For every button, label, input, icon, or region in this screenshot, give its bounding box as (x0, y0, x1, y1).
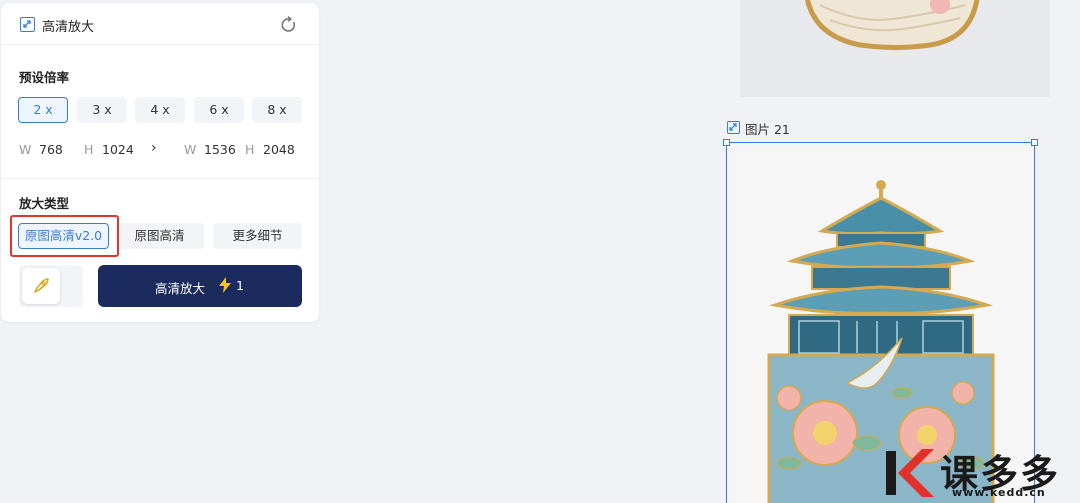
chevron-right-icon: › (151, 140, 157, 156)
watermark-logo: 课多多 www.kedd.cn (880, 440, 1080, 503)
watermark-url: www.kedd.cn (952, 486, 1046, 499)
upscale-panel: 高清放大 预设倍率 2 x 3 x 4 x 6 x 8 x W 768 H 10… (1, 3, 319, 322)
frame-label: 图片 21 (745, 122, 790, 137)
resize-handle-top-right[interactable] (1031, 139, 1038, 146)
source-width-key: W (19, 142, 32, 157)
upscale-type-label: 放大类型 (19, 196, 70, 211)
source-height-key: H (84, 142, 94, 157)
divider (1, 178, 319, 179)
rocket-icon (34, 278, 49, 293)
previous-image[interactable] (740, 0, 1050, 97)
upscale-button[interactable]: 高清放大 1 (98, 265, 302, 307)
target-height-key: H (245, 142, 255, 157)
resize-handle-top-left[interactable] (723, 139, 730, 146)
panel-header: 高清放大 (1, 3, 319, 45)
reset-icon[interactable] (280, 16, 298, 34)
credit-cost: 1 (236, 278, 244, 293)
watermark-k-icon (886, 449, 934, 497)
rocket-toggle (19, 265, 83, 307)
type-original-hd-button[interactable]: 原图高清 (115, 223, 204, 249)
rocket-button[interactable] (22, 268, 60, 304)
highlight-box (10, 215, 119, 257)
preset-scale-label: 预设倍率 (19, 70, 70, 85)
scale-8x-button[interactable]: 8 x (252, 97, 302, 123)
scale-6x-button[interactable]: 6 x (194, 97, 244, 123)
lightning-icon (218, 277, 232, 296)
panel-title: 高清放大 (42, 20, 95, 35)
frame-upscale-icon (727, 121, 740, 134)
source-width-value: 768 (39, 142, 63, 157)
scale-4x-button[interactable]: 4 x (135, 97, 185, 123)
upscale-icon (20, 17, 35, 32)
source-height-value: 1024 (102, 142, 134, 157)
scale-2x-button[interactable]: 2 x (18, 97, 68, 123)
scale-3x-button[interactable]: 3 x (77, 97, 127, 123)
upscale-button-label: 高清放大 (155, 281, 206, 296)
target-width-value: 1536 (204, 142, 236, 157)
type-more-detail-button[interactable]: 更多细节 (213, 223, 302, 249)
target-width-key: W (184, 142, 197, 157)
target-height-value: 2048 (263, 142, 295, 157)
